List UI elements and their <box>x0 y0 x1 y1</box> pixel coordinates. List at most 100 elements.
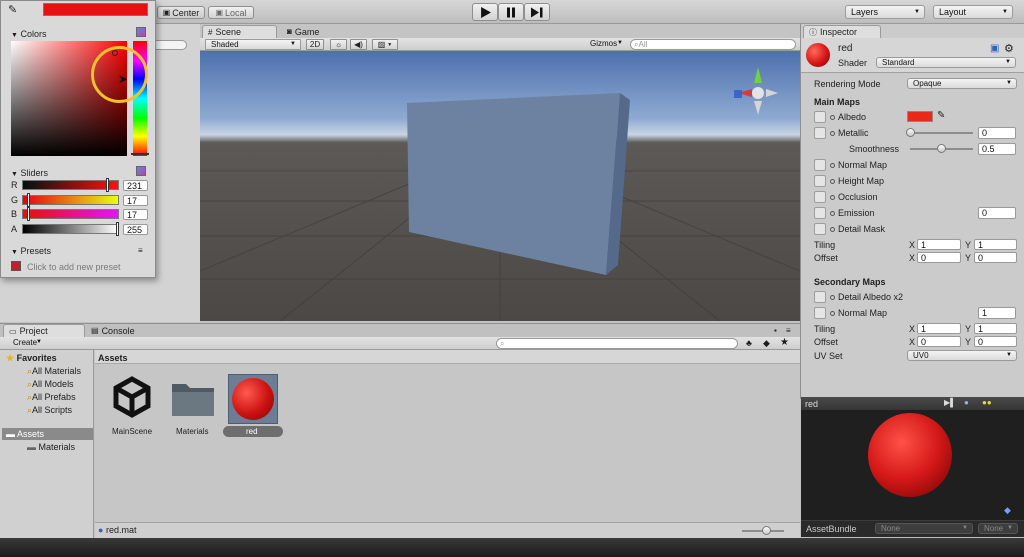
sliders-section-header[interactable]: ▼ Sliders <box>11 168 48 178</box>
asset-item-materials[interactable]: Materials <box>166 372 222 438</box>
channel-b-marker[interactable] <box>27 207 30 221</box>
favorite-item[interactable]: ⌕All Materials <box>27 366 81 377</box>
channel-g-field[interactable]: 17 <box>123 195 148 206</box>
object-picker-icon[interactable] <box>830 179 835 185</box>
color-mode-icon[interactable] <box>136 27 146 37</box>
offset2-y-field[interactable]: 0 <box>974 336 1017 347</box>
materials-tree-item[interactable]: ▬ Materials <box>27 442 75 452</box>
scene-search-input[interactable]: ⌕All <box>630 39 796 50</box>
panel-menu-icon[interactable]: ≡ <box>786 326 791 335</box>
channel-a-marker[interactable] <box>116 222 119 236</box>
normal-map-slot[interactable] <box>814 159 826 171</box>
object-picker-icon[interactable] <box>830 115 835 121</box>
object-picker-icon[interactable] <box>830 311 835 317</box>
colors-section-header[interactable]: ▼ Colors <box>11 29 46 39</box>
asset-item-red[interactable]: red <box>223 372 284 438</box>
metallic-texture-slot[interactable] <box>814 127 826 139</box>
preview-sphere-icon[interactable]: ● <box>964 398 969 407</box>
icon-size-slider-thumb[interactable] <box>762 526 771 535</box>
smoothness-field[interactable]: 0.5 <box>978 143 1016 155</box>
tab-console[interactable]: ▤ Console <box>89 324 159 337</box>
presets-menu-icon[interactable]: ≡ <box>138 246 143 255</box>
detail-albedo-slot[interactable] <box>814 291 826 303</box>
height-map-slot[interactable] <box>814 175 826 187</box>
assets-breadcrumb[interactable]: Assets <box>98 353 128 363</box>
layers-dropdown[interactable]: Layers ▼ <box>845 5 925 19</box>
favorite-item[interactable]: ⌕All Scripts <box>27 405 72 416</box>
filter-by-label-icon[interactable]: ◆ <box>763 338 770 349</box>
preview-play-icon[interactable]: ▶▌ <box>944 398 956 407</box>
presets-section-header[interactable]: ▼ Presets <box>11 246 51 256</box>
add-preset-text[interactable]: Click to add new preset <box>27 262 121 272</box>
object-picker-icon[interactable] <box>830 163 835 169</box>
channel-a-field[interactable]: 255 <box>123 224 148 235</box>
eyedropper-icon[interactable]: ✎ <box>8 3 17 16</box>
favorite-item[interactable]: ⌕All Prefabs <box>27 392 76 403</box>
secondary-normal-field[interactable]: 1 <box>978 307 1016 319</box>
tiling-x-field[interactable]: 1 <box>917 239 961 250</box>
shader-dropdown[interactable]: Standard ▼ <box>876 57 1016 68</box>
channel-r-field[interactable]: 231 <box>123 180 148 191</box>
channel-g-slider[interactable] <box>22 195 119 205</box>
preview-light-icon[interactable]: ●● <box>982 398 992 407</box>
effects-dropdown[interactable]: ▨ ▼ <box>372 39 398 50</box>
2d-toggle-button[interactable]: 2D <box>306 39 324 50</box>
offset-x-field[interactable]: 0 <box>917 252 961 263</box>
object-picker-icon[interactable] <box>830 227 835 233</box>
object-picker-icon[interactable] <box>830 211 835 217</box>
star-filter-icon[interactable]: ★ <box>780 337 789 348</box>
uv-set-dropdown[interactable]: UV0 ▼ <box>907 350 1017 361</box>
metallic-slider-track[interactable] <box>910 132 973 134</box>
occlusion-slot[interactable] <box>814 191 826 203</box>
lock-icon[interactable]: ▪ <box>774 326 777 335</box>
channel-g-marker[interactable] <box>27 193 30 207</box>
object-picker-icon[interactable] <box>830 195 835 201</box>
layout-dropdown[interactable]: Layout ▼ <box>933 5 1013 19</box>
hue-slider-marker[interactable] <box>131 153 149 155</box>
step-button[interactable] <box>524 3 550 21</box>
favorite-item[interactable]: ⌕All Models <box>27 379 74 390</box>
tab-scene[interactable]: # Scene <box>202 25 277 38</box>
pivot-center-button[interactable]: ▣ Center <box>157 6 205 19</box>
slider-mode-icon[interactable] <box>136 166 146 176</box>
offset-y-field[interactable]: 0 <box>974 252 1017 263</box>
emission-slot[interactable] <box>814 207 826 219</box>
tab-inspector[interactable]: ⓘ Inspector <box>803 25 881 38</box>
asset-item-mainscene[interactable]: MainScene <box>104 372 160 438</box>
cube-front-face[interactable] <box>407 93 620 275</box>
object-picker-icon[interactable] <box>830 295 835 301</box>
pause-button[interactable] <box>498 3 524 21</box>
scene-orientation-gizmo-icon[interactable] <box>730 63 786 119</box>
tab-project[interactable]: ▭ Project <box>3 324 85 337</box>
channel-r-marker[interactable] <box>106 178 109 192</box>
rendering-mode-dropdown[interactable]: Opaque ▼ <box>907 78 1017 89</box>
tab-game[interactable]: ◙ Game <box>283 25 343 38</box>
channel-b-field[interactable]: 17 <box>123 209 148 220</box>
offset2-x-field[interactable]: 0 <box>917 336 961 347</box>
favorites-header[interactable]: ★ Favorites <box>6 353 57 364</box>
lighting-toggle-button[interactable]: ☼ <box>330 39 347 50</box>
preset-swatch[interactable] <box>11 261 21 271</box>
tiling2-x-field[interactable]: 1 <box>917 323 961 334</box>
project-search-input[interactable]: ⌕ <box>496 338 738 349</box>
channel-b-slider[interactable] <box>22 209 119 219</box>
gizmos-dropdown[interactable]: Gizmos ▼ <box>585 39 627 50</box>
tiling-y-field[interactable]: 1 <box>974 239 1017 250</box>
play-button[interactable] <box>472 3 498 21</box>
albedo-color-swatch[interactable] <box>907 111 933 122</box>
shading-dropdown[interactable]: Shaded ▼ <box>205 39 301 50</box>
albedo-texture-slot[interactable] <box>814 111 826 123</box>
help-book-icon[interactable]: ▣ <box>990 43 999 54</box>
object-picker-icon[interactable] <box>830 131 835 137</box>
smoothness-slider-thumb[interactable] <box>937 144 946 153</box>
metallic-field[interactable]: 0 <box>978 127 1016 139</box>
asset-label-tag-icon[interactable]: ◆ <box>1004 505 1011 516</box>
channel-a-slider[interactable] <box>22 224 119 234</box>
channel-r-slider[interactable] <box>22 180 119 190</box>
pivot-local-button[interactable]: ▣ Local <box>208 6 254 19</box>
tiling2-y-field[interactable]: 1 <box>974 323 1017 334</box>
filter-by-type-icon[interactable]: ♣ <box>746 338 752 348</box>
gear-icon[interactable]: ⚙ <box>1004 42 1014 55</box>
emission-field[interactable]: 0 <box>978 207 1016 219</box>
detail-mask-slot[interactable] <box>814 223 826 235</box>
